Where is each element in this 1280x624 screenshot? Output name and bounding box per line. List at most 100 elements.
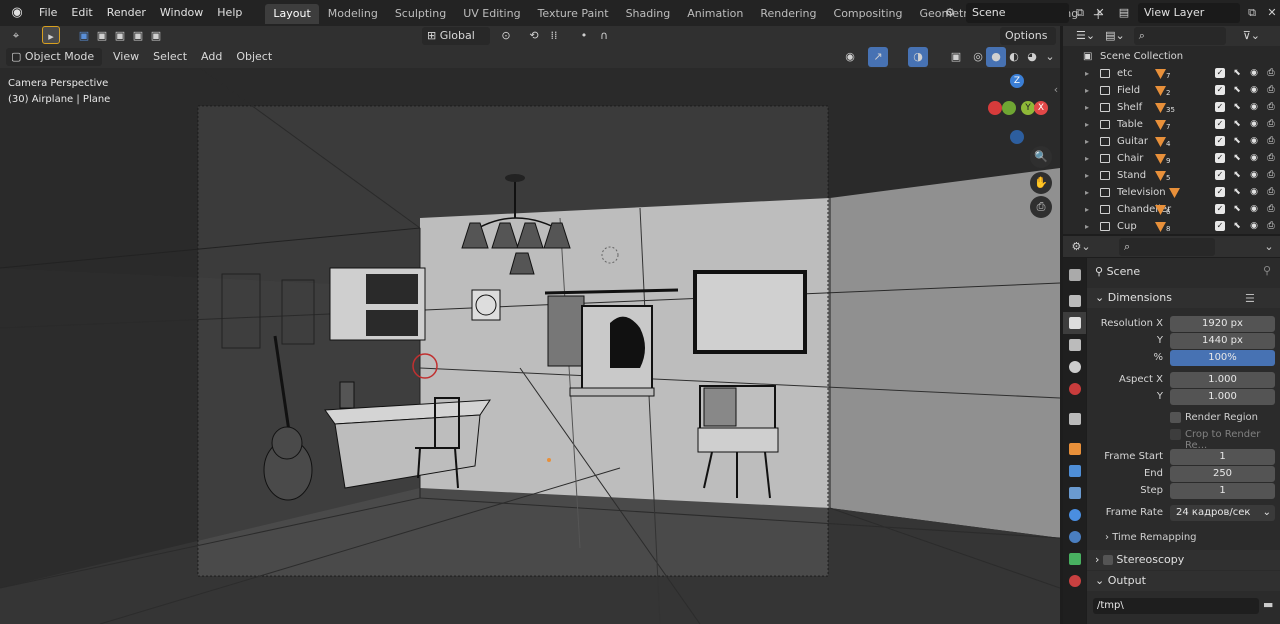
gizmo-y-axis[interactable]: Y (1021, 101, 1035, 115)
eye-icon[interactable]: ◉ (1247, 150, 1261, 167)
tab-sculpting[interactable]: Sculpting (387, 4, 454, 24)
exclude-checkbox[interactable]: ✓ (1213, 65, 1227, 82)
selectable-arrow-icon[interactable]: ⬉ (1230, 65, 1244, 82)
wireframe-shading-icon[interactable]: ◎ (968, 47, 988, 67)
stereoscopy-checkbox[interactable] (1102, 555, 1113, 565)
exclude-checkbox[interactable]: ✓ (1213, 167, 1227, 184)
camera-view-icon[interactable]: ⎙ (1030, 196, 1052, 218)
expand-arrow-icon[interactable]: ▸ (1085, 99, 1089, 116)
tab-world[interactable] (1063, 378, 1086, 400)
eye-icon[interactable]: ◉ (1247, 65, 1261, 82)
proportional-edit-icon[interactable]: • (574, 26, 594, 46)
eye-icon[interactable]: ◉ (1247, 167, 1261, 184)
exclude-checkbox[interactable]: ✓ (1213, 201, 1227, 218)
rendered-shading-icon[interactable]: ◕ (1022, 47, 1042, 67)
outliner-item[interactable]: ▸ Guitar 4 ✓ ⬉ ◉ ⎙ (1063, 133, 1280, 150)
outliner-item[interactable]: ▸ Field 2 ✓ ⬉ ◉ ⎙ (1063, 82, 1280, 99)
properties-search-input[interactable]: ⌕ (1119, 238, 1215, 256)
presets-icon[interactable]: ☰ (1245, 292, 1255, 305)
camera-render-icon[interactable]: ⎙ (1264, 65, 1278, 82)
frame-step-field[interactable]: 1 (1170, 483, 1275, 499)
selectable-arrow-icon[interactable]: ⬉ (1230, 201, 1244, 218)
select-extend-icon[interactable]: ▣ (92, 26, 112, 46)
pivot-point-icon[interactable]: ⊙ (496, 26, 516, 46)
shading-options-icon[interactable]: ⌄ (1040, 47, 1060, 67)
scene-icon[interactable]: ⚙ (940, 3, 960, 23)
outliner-item[interactable]: ▸ etc 7 ✓ ⬉ ◉ ⎙ (1063, 65, 1280, 82)
overlays-toggle-icon[interactable]: ◑ (908, 47, 928, 67)
time-remapping-subpanel[interactable]: › Time Remapping (1105, 532, 1197, 543)
selectable-arrow-icon[interactable]: ⬉ (1230, 184, 1244, 201)
selectable-arrow-icon[interactable]: ⬉ (1230, 116, 1244, 133)
mode-dropdown[interactable]: ▢ Object Mode ⌄ (6, 48, 102, 81)
expand-arrow-icon[interactable]: ▸ (1085, 201, 1089, 218)
selectable-arrow-icon[interactable]: ⬉ (1230, 218, 1244, 235)
tab-modeling[interactable]: Modeling (320, 4, 386, 24)
tab-render[interactable] (1063, 290, 1086, 312)
select-invert-icon[interactable]: ▣ (128, 26, 148, 46)
tab-animation[interactable]: Animation (679, 4, 751, 24)
select-subtract-icon[interactable]: ▣ (110, 26, 130, 46)
outliner-search-input[interactable]: ⌕ (1133, 27, 1226, 45)
tab-shading[interactable]: Shading (618, 4, 679, 24)
outliner-item[interactable]: ▸ Stand 5 ✓ ⬉ ◉ ⎙ (1063, 167, 1280, 184)
tab-data[interactable] (1063, 548, 1086, 570)
filter-icon[interactable]: ⊽⌄ (1238, 27, 1265, 45)
zoom-icon[interactable]: 🔍 (1030, 146, 1052, 168)
render-region-checkbox[interactable] (1170, 412, 1181, 423)
camera-render-icon[interactable]: ⎙ (1264, 82, 1278, 99)
selectable-arrow-icon[interactable]: ⬉ (1230, 133, 1244, 150)
exclude-checkbox[interactable]: ✓ (1213, 150, 1227, 167)
tab-material[interactable] (1063, 570, 1086, 592)
resolution-x-field[interactable]: 1920 px (1170, 316, 1275, 332)
crop-region-checkbox[interactable] (1170, 429, 1181, 440)
view-layer-field[interactable]: View Layer (1138, 3, 1240, 23)
output-path-field[interactable]: /tmp\ (1093, 598, 1259, 614)
tab-scene[interactable] (1063, 356, 1086, 378)
tab-view-layer[interactable] (1063, 334, 1086, 356)
aspect-x-field[interactable]: 1.000 (1170, 372, 1275, 388)
tab-layout[interactable]: Layout (265, 4, 319, 24)
pan-hand-icon[interactable]: ✋ (1030, 172, 1052, 194)
tab-output[interactable] (1063, 312, 1086, 334)
menu-select[interactable]: Select (148, 48, 192, 66)
display-mode-icon[interactable]: ▤⌄ (1100, 27, 1130, 45)
falloff-icon[interactable]: ∩ (594, 26, 614, 46)
outliner-item[interactable]: ▸ Television ✓ ⬉ ◉ ⎙ (1063, 184, 1280, 201)
select-tool-icon[interactable]: ▸ (42, 26, 60, 44)
eye-icon[interactable]: ◉ (1247, 82, 1261, 99)
selectable-arrow-icon[interactable]: ⬉ (1230, 150, 1244, 167)
frame-rate-dropdown[interactable]: 24 кадров/сек ⌄ (1170, 505, 1275, 521)
frame-start-field[interactable]: 1 (1170, 449, 1275, 465)
tab-texture-paint[interactable]: Texture Paint (530, 4, 617, 24)
eye-icon[interactable]: ◉ (1247, 99, 1261, 116)
exclude-checkbox[interactable]: ✓ (1213, 133, 1227, 150)
gizmo-neg-y-axis[interactable] (1002, 101, 1016, 115)
eye-icon[interactable]: ◉ (1247, 116, 1261, 133)
camera-render-icon[interactable]: ⎙ (1264, 116, 1278, 133)
resolution-y-field[interactable]: 1440 px (1170, 333, 1275, 349)
camera-render-icon[interactable]: ⎙ (1264, 167, 1278, 184)
exclude-checkbox[interactable]: ✓ (1213, 184, 1227, 201)
camera-render-icon[interactable]: ⎙ (1264, 201, 1278, 218)
snap-toggle-icon[interactable]: ⟲ (524, 26, 544, 46)
exclude-checkbox[interactable]: ✓ (1213, 116, 1227, 133)
tab-constraints[interactable] (1063, 526, 1086, 548)
frame-end-field[interactable]: 250 (1170, 466, 1275, 482)
expand-arrow-icon[interactable]: ▸ (1085, 133, 1089, 150)
expand-arrow-icon[interactable]: ▸ (1085, 184, 1089, 201)
solid-shading-icon[interactable]: ● (986, 47, 1006, 67)
gizmo-x-axis[interactable]: X (1034, 101, 1048, 115)
tab-uv-editing[interactable]: UV Editing (455, 4, 528, 24)
camera-render-icon[interactable]: ⎙ (1264, 99, 1278, 116)
editor-type-icon[interactable]: ⌖ (6, 26, 26, 46)
exclude-checkbox[interactable]: ✓ (1213, 82, 1227, 99)
visibility-icon[interactable]: ◉ (840, 47, 860, 67)
close-scene-icon[interactable]: ✕ (1090, 3, 1110, 23)
outliner-item[interactable]: ▸ Table 7 ✓ ⬉ ◉ ⎙ (1063, 116, 1280, 133)
material-shading-icon[interactable]: ◐ (1004, 47, 1024, 67)
tab-tool[interactable] (1063, 264, 1086, 286)
new-view-layer-icon[interactable]: ⧉ (1242, 3, 1262, 23)
expand-arrow-icon[interactable]: ▸ (1085, 116, 1089, 133)
tab-particles[interactable] (1063, 482, 1086, 504)
